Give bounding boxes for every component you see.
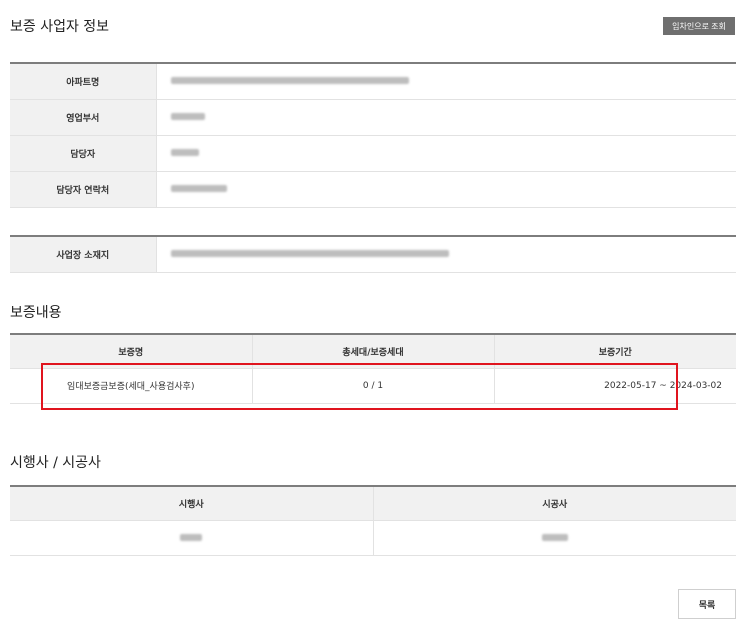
manager-value xyxy=(156,135,736,172)
developer-header: 시행사 xyxy=(10,486,374,521)
table-row: 영업부서 xyxy=(10,99,736,136)
contractors-table: 시행사 시공사 xyxy=(10,485,736,556)
guarantee-section-title: 보증내용 xyxy=(10,305,62,321)
manager-contact-value xyxy=(156,171,736,208)
table-header-row: 시행사 시공사 xyxy=(10,486,736,521)
redacted-text xyxy=(170,113,205,120)
table-row xyxy=(10,520,736,556)
apartment-name-label: 아파트명 xyxy=(10,63,157,100)
table-row[interactable]: 임대보증금보증(세대_사용검사후) 0 / 1 2022-05-17 ~ 202… xyxy=(10,368,736,404)
units-cell: 0 / 1 xyxy=(252,368,495,404)
redacted-text xyxy=(170,77,409,85)
contractors-section-title: 시행사 / 시공사 xyxy=(10,455,101,471)
redacted-text xyxy=(170,250,449,258)
table-row: 담당자 xyxy=(10,135,736,172)
manager-label: 담당자 xyxy=(10,135,157,172)
period-header: 보증기간 xyxy=(494,334,736,369)
table-row: 담당자 연락처 xyxy=(10,171,736,208)
business-location-label: 사업장 소재지 xyxy=(10,236,157,273)
business-location-table: 사업장 소재지 xyxy=(10,235,736,273)
builder-cell xyxy=(373,520,736,556)
table-row: 사업장 소재지 xyxy=(10,236,736,273)
redacted-text xyxy=(170,149,199,156)
redacted-text xyxy=(170,185,227,192)
manager-contact-label: 담당자 연락처 xyxy=(10,171,157,208)
redacted-text xyxy=(541,533,568,541)
units-header: 총세대/보증세대 xyxy=(252,334,495,369)
builder-header: 시공사 xyxy=(373,486,736,521)
sales-dept-label: 영업부서 xyxy=(10,99,157,136)
table-row: 아파트명 xyxy=(10,63,736,100)
redacted-text xyxy=(180,533,203,541)
period-cell: 2022-05-17 ~ 2024-03-02 xyxy=(494,368,736,404)
list-button[interactable]: 목록 xyxy=(678,589,736,619)
page-title: 보증 사업자 정보 xyxy=(10,19,110,35)
guarantee-name-header: 보증명 xyxy=(10,334,253,369)
developer-cell xyxy=(10,520,374,556)
lookup-as-tenant-button[interactable]: 임차인으로 조회 xyxy=(663,17,735,35)
business-info-table: 아파트명 영업부서 담당자 담당자 연락처 xyxy=(10,62,736,208)
apartment-name-value xyxy=(156,63,736,100)
sales-dept-value xyxy=(156,99,736,136)
table-header-row: 보증명 총세대/보증세대 보증기간 xyxy=(10,334,736,369)
guarantee-name-cell: 임대보증금보증(세대_사용검사후) xyxy=(10,368,253,404)
business-location-value xyxy=(156,236,736,273)
guarantee-table: 보증명 총세대/보증세대 보증기간 임대보증금보증(세대_사용검사후) 0 / … xyxy=(10,333,736,404)
